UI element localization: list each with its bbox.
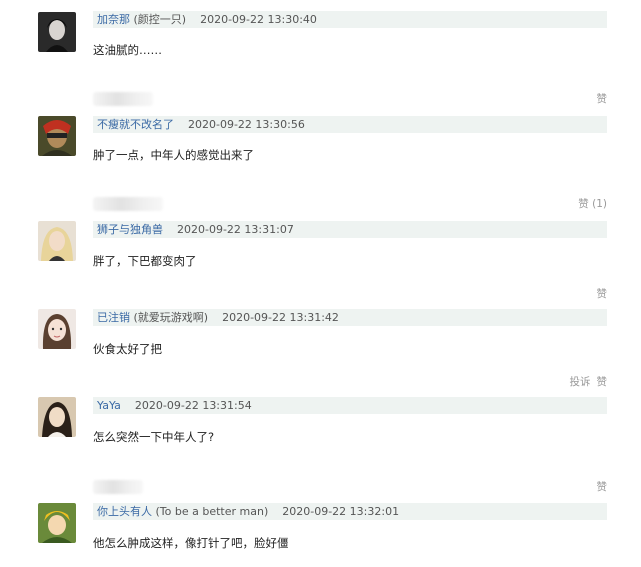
username-link[interactable]: YaYa	[93, 399, 121, 412]
comment-timestamp: 2020-09-22 13:31:54	[134, 399, 252, 412]
like-button[interactable]: 赞	[597, 93, 608, 105]
avatar[interactable]	[38, 12, 76, 52]
comment-text: 这油腻的……	[93, 43, 162, 57]
comment-timestamp: 2020-09-22 13:30:40	[200, 13, 317, 26]
comment-meta: 狮子与独角兽 2020-09-22 13:31:07	[93, 221, 607, 238]
avatar[interactable]	[38, 116, 76, 156]
like-button[interactable]: 赞	[597, 376, 608, 388]
comment-actions: 赞 (1)	[93, 197, 607, 211]
comment-meta: 你上头有人 (To be a better man) 2020-09-22 13:…	[93, 503, 607, 520]
avatar[interactable]	[38, 397, 76, 437]
comment-text: 肿了一点，中年人的感觉出来了	[93, 148, 254, 162]
username-link[interactable]: 不瘦就不改名了	[93, 118, 174, 131]
blurred-reply-preview	[93, 197, 163, 211]
avatar[interactable]	[38, 309, 76, 349]
username-link[interactable]: 狮子与独角兽	[93, 223, 163, 236]
avatar[interactable]	[38, 503, 76, 543]
like-button[interactable]: 赞 (1)	[578, 198, 607, 210]
comment-meta: YaYa 2020-09-22 13:31:54	[93, 397, 607, 414]
comment-actions: 赞	[93, 92, 607, 106]
comment-meta: 加奈那 (颜控一只) 2020-09-22 13:30:40	[93, 11, 607, 28]
comment-actions: 投诉赞	[93, 375, 608, 389]
user-tagline: (To be a better man)	[152, 505, 269, 518]
comment-actions: 赞	[93, 480, 607, 494]
like-button[interactable]: 赞	[597, 288, 608, 300]
blurred-reply-preview	[93, 92, 153, 106]
username-link[interactable]: 你上头有人	[93, 505, 152, 518]
report-button[interactable]: 投诉	[570, 376, 591, 388]
user-tagline: (颜控一只)	[130, 13, 187, 26]
avatar[interactable]	[38, 221, 76, 261]
comment-timestamp: 2020-09-22 13:32:01	[282, 505, 400, 518]
comment-timestamp: 2020-09-22 13:31:07	[177, 223, 294, 236]
blurred-reply-preview	[93, 480, 143, 494]
comment-meta: 已注销 (就爱玩游戏啊) 2020-09-22 13:31:42	[93, 309, 607, 326]
username-link[interactable]: 加奈那	[93, 13, 130, 26]
comment-text: 他怎么肿成这样，像打针了吧，脸好僵	[93, 536, 289, 550]
comment-text: 胖了，下巴都变肉了	[93, 254, 197, 268]
comment-meta: 不瘦就不改名了 2020-09-22 13:30:56	[93, 116, 607, 133]
username-link[interactable]: 已注销	[93, 311, 130, 324]
comment-actions: 赞	[93, 287, 608, 301]
user-tagline: (就爱玩游戏啊)	[130, 311, 209, 324]
comment-timestamp: 2020-09-22 13:31:42	[222, 311, 339, 324]
comment-timestamp: 2020-09-22 13:30:56	[188, 118, 305, 131]
comment-text: 怎么突然一下中年人了?	[93, 430, 215, 444]
like-button[interactable]: 赞	[597, 481, 608, 493]
comment-text: 伙食太好了把	[93, 342, 162, 356]
